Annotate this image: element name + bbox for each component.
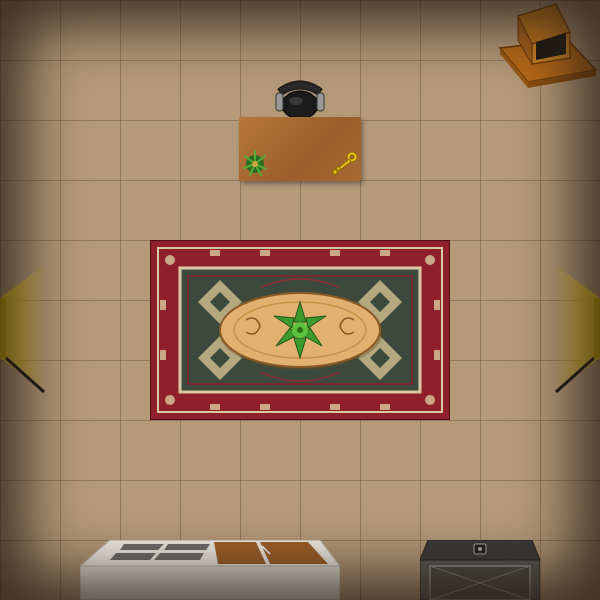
metal-safe[interactable] [420, 540, 540, 600]
nav-left-arrow-icon[interactable] [0, 262, 46, 394]
room-floor [0, 0, 600, 600]
nav-right-arrow-icon[interactable] [554, 262, 600, 394]
tv-cabinet[interactable] [498, 0, 598, 92]
lock-icon[interactable] [473, 543, 487, 555]
office-chair[interactable] [272, 75, 328, 123]
gold-key-icon[interactable] [328, 150, 360, 180]
white-bookshelf[interactable] [80, 540, 340, 600]
persian-rug[interactable] [150, 240, 450, 420]
potted-plant-icon[interactable] [240, 148, 270, 178]
